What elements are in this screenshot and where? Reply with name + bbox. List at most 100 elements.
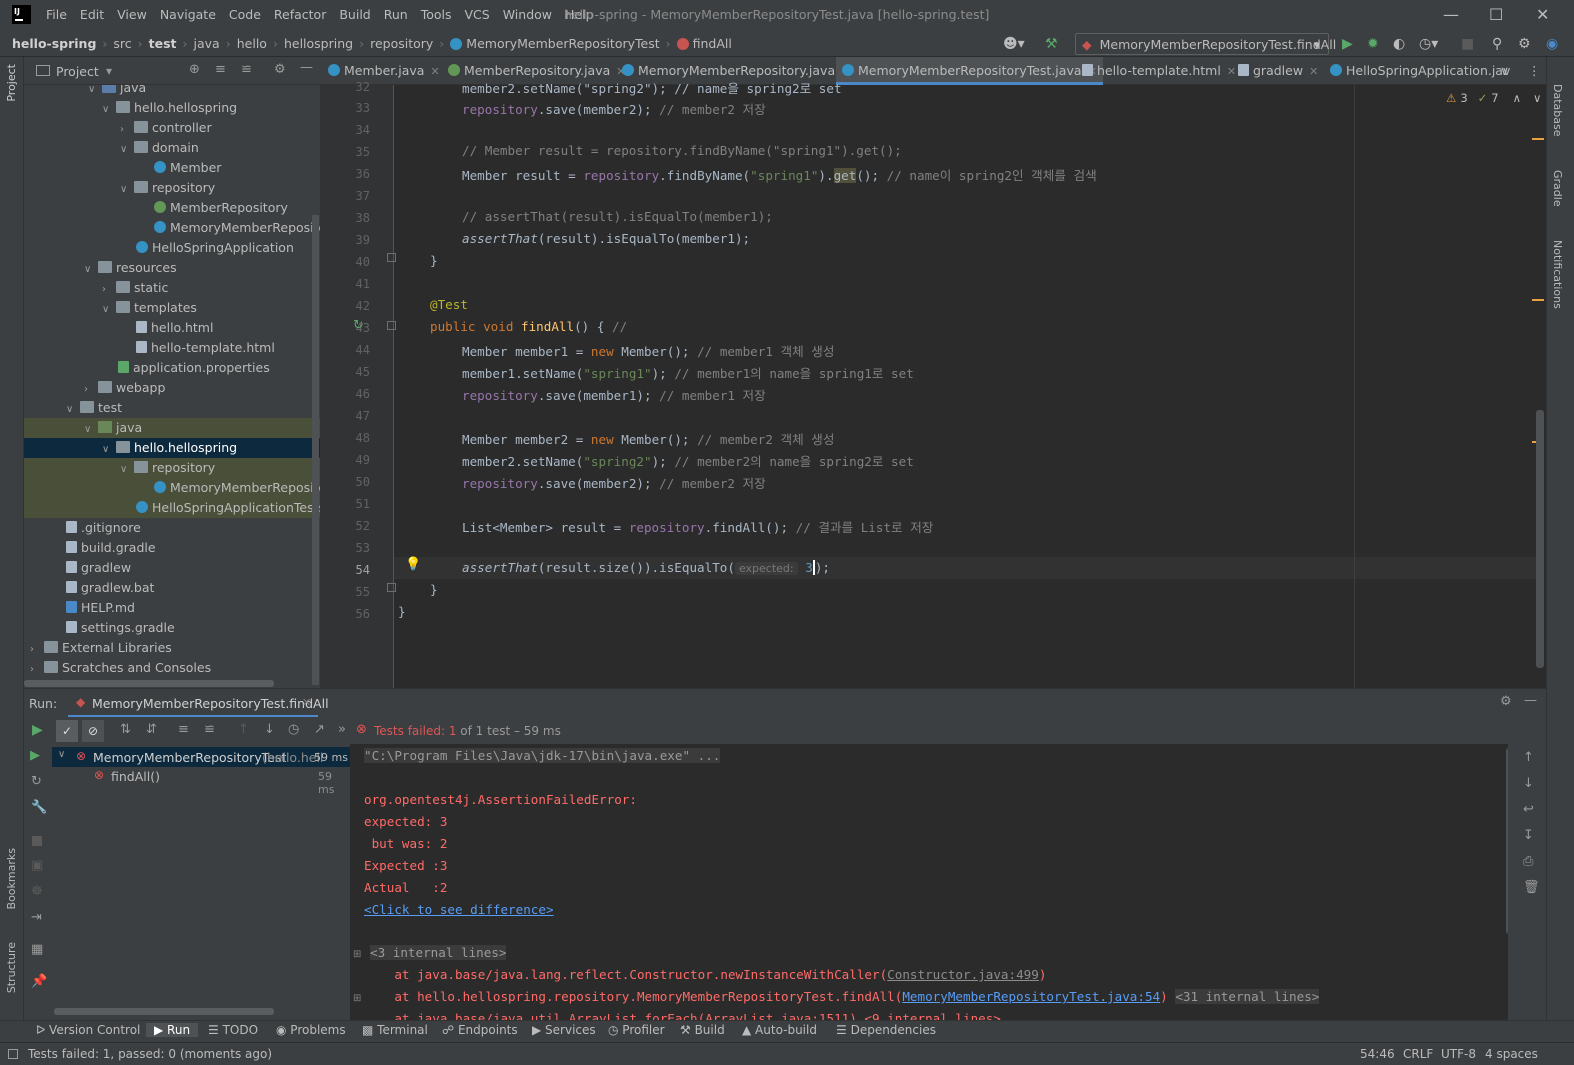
expand-lines-icon[interactable]: ⊞	[353, 949, 361, 960]
indent-setting[interactable]: 4 spaces	[1485, 1047, 1538, 1061]
locate-file-icon[interactable]: ⊕	[189, 62, 200, 77]
minimize-icon[interactable]: —	[1443, 5, 1459, 24]
tree-item[interactable]: MemoryMemberRepository	[24, 218, 320, 238]
test-row[interactable]: ⊗ findAll() 59 ms	[52, 767, 350, 796]
soft-wrap-icon[interactable]: ↩	[1523, 802, 1534, 817]
user-icon[interactable]: ☻▾	[1003, 36, 1025, 52]
tree-item[interactable]: build.gradle	[24, 538, 320, 558]
close-tab-icon[interactable]: ✕	[1309, 65, 1318, 78]
clear-console-icon[interactable]: 🗑	[1523, 880, 1540, 895]
internal-lines-fold[interactable]: <3 internal lines>	[370, 945, 507, 960]
camera-icon[interactable]: ▣	[31, 858, 43, 873]
tree-item[interactable]: › static	[24, 278, 320, 298]
tree-item[interactable]: ∨ java	[24, 418, 320, 438]
toggle-auto-test-icon[interactable]: ↻	[31, 774, 42, 789]
close-tab-icon[interactable]: ✕	[1227, 65, 1236, 78]
tree-item[interactable]: hello-template.html	[24, 338, 320, 358]
breadcrumb-repository[interactable]: repository	[370, 36, 433, 51]
console-command-line[interactable]: "C:\Program Files\Java\jdk-17\bin\java.e…	[364, 748, 721, 763]
maximize-icon[interactable]: ☐	[1489, 5, 1503, 24]
tree-item[interactable]: gradlew.bat	[24, 578, 320, 598]
pin-icon[interactable]: 📌	[31, 974, 47, 989]
structure-tool-button[interactable]: Structure	[5, 942, 18, 993]
tree-item[interactable]: hello.html	[24, 318, 320, 338]
tool-build[interactable]: ⚒ Build	[680, 1023, 725, 1037]
breadcrumb-method[interactable]: findAll	[693, 36, 732, 51]
breadcrumb-java[interactable]: java	[194, 36, 220, 51]
more-actions-icon[interactable]: »	[338, 722, 346, 737]
breadcrumb-class[interactable]: MemoryMemberRepositoryTest	[466, 36, 659, 51]
show-passed-icon[interactable]: ✓	[56, 720, 78, 742]
file-encoding[interactable]: UTF-8	[1441, 1047, 1476, 1061]
export-results-icon[interactable]: ↗	[314, 722, 325, 737]
run-test-gutter-icon[interactable]: ↻	[353, 318, 364, 333]
tool-problems[interactable]: ◉ Problems	[276, 1023, 346, 1037]
tab-memory-member-repository-test[interactable]: MemoryMemberRepositoryTest.java✕	[836, 57, 1103, 85]
menu-build[interactable]: Build	[339, 7, 370, 22]
vertical-scrollbar[interactable]	[312, 215, 319, 685]
stop-icon[interactable]: ■	[1461, 36, 1474, 52]
print-icon[interactable]: ⎙	[1523, 854, 1533, 869]
menu-view[interactable]: View	[117, 7, 147, 22]
tab-gradlew[interactable]: gradlew ✕	[1238, 57, 1318, 85]
tab-list-chevron-icon[interactable]: ∨	[1500, 57, 1509, 85]
sort-duration-icon[interactable]: ⇵	[146, 722, 157, 737]
scroll-to-end-icon[interactable]: ↧	[1523, 828, 1534, 843]
tree-item[interactable]: HelloSpringApplication	[24, 238, 320, 258]
fold-marker-icon[interactable]	[387, 253, 396, 262]
database-tool-button[interactable]: Database	[1551, 84, 1564, 137]
horizontal-scrollbar[interactable]	[54, 1008, 274, 1015]
layout-icon[interactable]: ▦	[31, 942, 43, 957]
chevron-down-icon[interactable]: ▾	[106, 64, 112, 78]
settings-gear-icon[interactable]: ⚙	[1518, 36, 1531, 52]
expand-all-icon[interactable]: ≡	[178, 722, 189, 737]
editor-scrollbar[interactable]	[1536, 410, 1544, 668]
tree-item[interactable]: MemoryMemberRepository	[24, 478, 320, 498]
collapse-all-icon[interactable]: ≌	[204, 722, 215, 737]
tree-item[interactable]: ∨ java	[24, 85, 320, 98]
tool-dependencies[interactable]: ☰ Dependencies	[836, 1023, 936, 1037]
run-tab[interactable]: MemoryMemberRepositoryTest.findAll	[92, 696, 329, 711]
tree-item[interactable]: ∨ repository	[24, 458, 320, 478]
tree-item[interactable]: › External Libraries	[24, 638, 320, 658]
build-hammer-icon[interactable]: ⚒	[1045, 36, 1058, 52]
next-failed-icon[interactable]: ↓	[264, 722, 275, 737]
tool-profiler[interactable]: ◷ Profiler	[608, 1023, 665, 1037]
gear-icon[interactable]: ⚙	[274, 62, 286, 77]
close-tab-icon[interactable]: ✕	[430, 65, 439, 78]
menu-vcs[interactable]: VCS	[465, 7, 490, 22]
tree-item[interactable]: HELP.md	[24, 598, 320, 618]
menu-code[interactable]: Code	[229, 7, 261, 22]
tree-item[interactable]: › Scratches and Consoles	[24, 658, 320, 678]
project-tool-button[interactable]: Project	[5, 64, 18, 102]
menu-tools[interactable]: Tools	[421, 7, 452, 22]
close-window-icon[interactable]: ✕	[1536, 5, 1549, 24]
rerun-failed-icon[interactable]: ▶	[30, 748, 40, 763]
tree-item-selected[interactable]: ∨ hello.hellospring	[24, 438, 320, 458]
breadcrumb-project[interactable]: hello-spring	[12, 36, 96, 51]
tree-item[interactable]: settings.gradle	[24, 618, 320, 638]
scroll-up-icon[interactable]: ↑	[1523, 750, 1534, 765]
tree-item[interactable]: gradlew	[24, 558, 320, 578]
tool-services[interactable]: ▶ Services	[532, 1023, 596, 1037]
run-icon[interactable]: ▶	[1342, 36, 1353, 52]
source-link[interactable]: MemoryMemberRepositoryTest.java:54	[902, 989, 1160, 1004]
source-link[interactable]: Constructor.java:499	[887, 967, 1039, 982]
tool-auto-build[interactable]: ▲ Auto-build	[742, 1023, 817, 1037]
bug-icon[interactable]: ☸	[31, 884, 43, 899]
menu-file[interactable]: File	[46, 7, 67, 22]
bookmarks-tool-button[interactable]: Bookmarks	[5, 848, 18, 909]
tree-item[interactable]: ∨ hello.hellospring	[24, 98, 320, 118]
previous-highlight-icon[interactable]: ∧	[1513, 91, 1521, 105]
jetbrains-icon[interactable]: ◉	[1546, 36, 1558, 52]
test-row-selected[interactable]: ∨ ⊗ MemoryMemberRepositoryTest (hello.he…	[52, 747, 350, 767]
exit-icon[interactable]: ⇥	[31, 910, 42, 925]
expand-lines-icon[interactable]: ⊞	[353, 993, 361, 1004]
see-difference-link[interactable]: <Click to see difference>	[364, 902, 554, 917]
sort-alpha-icon[interactable]: ⇅	[120, 722, 131, 737]
collapse-all-icon[interactable]: ≌	[241, 62, 252, 77]
breadcrumb-hellospring[interactable]: hellospring	[284, 36, 353, 51]
tree-item[interactable]: ∨ resources	[24, 258, 320, 278]
tool-todo[interactable]: ☰ TODO	[208, 1023, 258, 1037]
breadcrumb-hello[interactable]: hello	[237, 36, 267, 51]
